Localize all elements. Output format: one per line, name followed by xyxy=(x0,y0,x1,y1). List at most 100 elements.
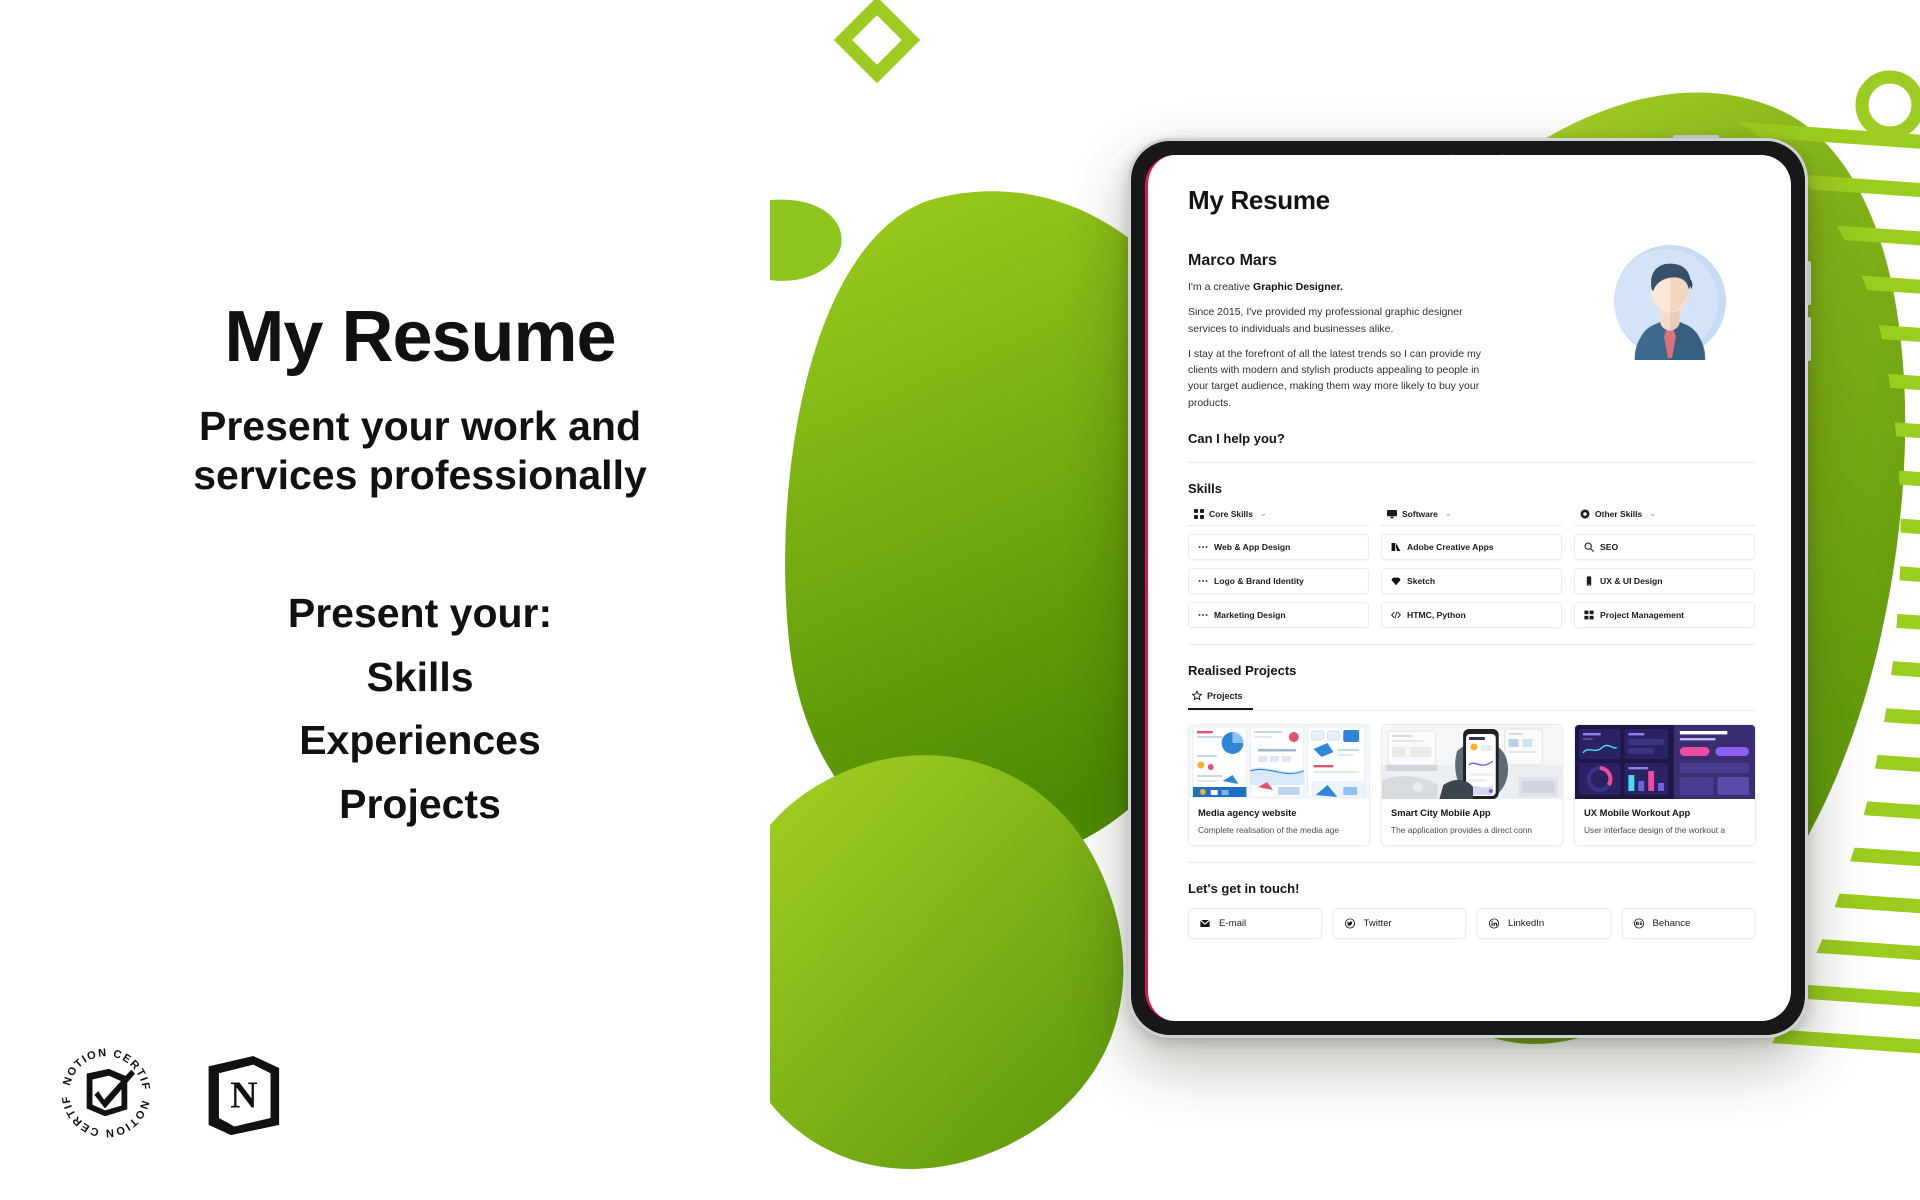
project-card-desc: User interface design of the workout a xyxy=(1584,824,1726,835)
bio-paragraph-1: Since 2015, I've provided my professiona… xyxy=(1188,306,1463,335)
skill-chip[interactable]: Sketch xyxy=(1381,567,1562,594)
power-button[interactable] xyxy=(1673,135,1719,139)
ellipsis-icon xyxy=(1198,542,1208,552)
bio-section: Marco Mars I'm a creative Graphic Design… xyxy=(1188,216,1755,411)
tablet-screen: My Resume Marco Mars I'm a creative Grap… xyxy=(1145,155,1791,1021)
divider-1 xyxy=(1188,461,1755,463)
projects-tabbar: Projects xyxy=(1188,688,1755,711)
skills-column-other: Other Skills ⌄ SEO UX & UI Design Projec… xyxy=(1574,508,1755,628)
tablet-device: My Resume Marco Mars I'm a creative Grap… xyxy=(1128,135,1811,1038)
cta-heading: Can I help you? xyxy=(1188,430,1285,446)
skills-heading: Skills xyxy=(1188,480,1222,496)
skills-column-other-header[interactable]: Other Skills ⌄ xyxy=(1574,508,1755,526)
contact-link-twitter[interactable]: Twitter xyxy=(1332,907,1466,939)
tagline-prefix: I'm a creative xyxy=(1188,281,1254,293)
skill-chip-label: UX & UI Design xyxy=(1600,575,1663,586)
skill-chip[interactable]: Logo & Brand Identity xyxy=(1188,567,1369,594)
skill-chip-label: SEO xyxy=(1600,541,1619,552)
volume-down-button[interactable] xyxy=(1807,317,1811,361)
contact-link-label: Behance xyxy=(1652,917,1691,929)
project-card[interactable]: Smart City Mobile App The application pr… xyxy=(1381,723,1563,846)
linkedin-icon xyxy=(1489,918,1499,929)
promo-present-label: Present your: xyxy=(287,589,553,636)
contact-heading: Let's get in touch! xyxy=(1188,880,1300,896)
project-card-desc: The application provides a direct conn xyxy=(1391,824,1533,835)
diamond-outline-decor xyxy=(833,0,921,84)
star-icon xyxy=(1192,690,1202,702)
notion-certified-seal-icon: NOTION CERTIFIED NOTION CERTIFIED xyxy=(48,1035,150,1139)
notion-badges: NOTION CERTIFIED NOTION CERTIFIED N xyxy=(48,1035,286,1151)
project-cards: Media agency website Complete realisatio… xyxy=(1188,723,1756,846)
divider-3 xyxy=(1188,861,1755,863)
search-icon xyxy=(1584,542,1594,552)
mobile-icon xyxy=(1584,576,1594,586)
user-avatar-illustration xyxy=(1613,244,1727,360)
chevron-down-icon[interactable]: ⌄ xyxy=(1649,509,1656,518)
project-card[interactable]: Media agency website Complete realisatio… xyxy=(1188,723,1370,846)
ellipsis-icon xyxy=(1198,576,1208,586)
skill-chip[interactable]: HTMC, Python xyxy=(1381,601,1562,628)
skills-column-core: Core Skills ⌄ Web & App Design Logo & Br… xyxy=(1188,508,1369,628)
contact-link-label: LinkedIn xyxy=(1508,917,1545,929)
projects-heading: Realised Projects xyxy=(1188,662,1297,678)
skill-chip[interactable]: Marketing Design xyxy=(1188,601,1369,628)
circle-outline-decor xyxy=(1855,70,1920,140)
tab-projects[interactable]: Projects xyxy=(1188,688,1253,710)
skill-chip-label: Project Management xyxy=(1600,609,1685,620)
project-card-body: Media agency website Complete realisatio… xyxy=(1189,799,1369,845)
skill-chip-label: Web & App Design xyxy=(1214,541,1291,552)
divider-2 xyxy=(1188,643,1755,645)
media-agency-mockup-thumbnail xyxy=(1189,724,1369,799)
promo-feature-skills: Skills xyxy=(366,653,474,700)
contact-link-email[interactable]: E-mail xyxy=(1188,907,1322,939)
skill-chip-label: HTMC, Python xyxy=(1407,609,1466,620)
grid-blocks-icon xyxy=(1584,610,1594,620)
project-card[interactable]: UX Mobile Workout App User interface des… xyxy=(1574,723,1756,846)
skill-chip[interactable]: Adobe Creative Apps xyxy=(1381,533,1562,560)
tagline-role: Graphic Designer. xyxy=(1253,281,1343,293)
contact-link-label: E-mail xyxy=(1219,917,1247,929)
skill-chip[interactable]: SEO xyxy=(1574,533,1755,560)
gear-icon xyxy=(1580,508,1590,519)
twitter-icon xyxy=(1344,918,1355,929)
green-accent-wedge xyxy=(770,199,842,281)
workout-app-dark-ui-thumbnail xyxy=(1575,724,1755,799)
promo-subheadline: Present your work and services professio… xyxy=(193,402,647,498)
bio-paragraph-2: I stay at the forefront of all the lates… xyxy=(1188,347,1481,409)
chevron-down-icon[interactable]: ⌄ xyxy=(1445,509,1452,518)
contact-link-label: Twitter xyxy=(1363,917,1392,929)
skills-column-other-title: Other Skills xyxy=(1595,508,1643,519)
skills-column-software-title: Software xyxy=(1402,508,1438,519)
tagline: I'm a creative Graphic Designer. xyxy=(1188,279,1488,295)
skill-chip[interactable]: Web & App Design xyxy=(1188,533,1369,560)
contact-links: E-mail Twitter LinkedIn Behance xyxy=(1188,907,1755,939)
contact-link-linkedin[interactable]: LinkedIn xyxy=(1477,907,1611,939)
notion-resume-page: My Resume Marco Mars I'm a creative Grap… xyxy=(1148,155,1791,1021)
skills-column-core-title: Core Skills xyxy=(1209,508,1253,519)
promo-headline: My Resume xyxy=(224,297,616,377)
person-name: Marco Mars xyxy=(1188,252,1277,269)
ellipsis-icon xyxy=(1198,610,1208,620)
contact-link-behance[interactable]: Behance xyxy=(1621,907,1755,939)
skills-column-core-header[interactable]: Core Skills ⌄ xyxy=(1188,508,1369,526)
grid-squares-icon xyxy=(1194,508,1204,519)
promo-feature-list: Present your: Skills Experiences Project… xyxy=(60,582,780,836)
bio-text-block: Marco Mars I'm a creative Graphic Design… xyxy=(1188,216,1508,411)
envelope-icon xyxy=(1200,918,1210,928)
promo-feature-experiences: Experiences xyxy=(299,717,541,764)
project-card-body: UX Mobile Workout App User interface des… xyxy=(1575,799,1755,845)
volume-up-button[interactable] xyxy=(1807,261,1811,305)
skills-column-software-header[interactable]: Software ⌄ xyxy=(1381,509,1562,526)
skill-chip-label: Sketch xyxy=(1407,575,1436,586)
project-card-desc: Complete realisation of the media age xyxy=(1198,824,1340,835)
skill-chip-label: Marketing Design xyxy=(1214,609,1286,620)
adobe-icon xyxy=(1391,542,1401,552)
notion-logo-icon: N xyxy=(208,1056,280,1136)
skill-chip[interactable]: Project Management xyxy=(1574,601,1755,628)
skill-chip[interactable]: UX & UI Design xyxy=(1574,567,1755,594)
project-card-title: Smart City Mobile App xyxy=(1391,806,1491,818)
chevron-down-icon[interactable]: ⌄ xyxy=(1260,509,1267,518)
promo-copy: My Resume Present your work and services… xyxy=(60,297,780,836)
skill-chip-label: Adobe Creative Apps xyxy=(1407,541,1494,552)
project-card-title: UX Mobile Workout App xyxy=(1584,806,1691,818)
